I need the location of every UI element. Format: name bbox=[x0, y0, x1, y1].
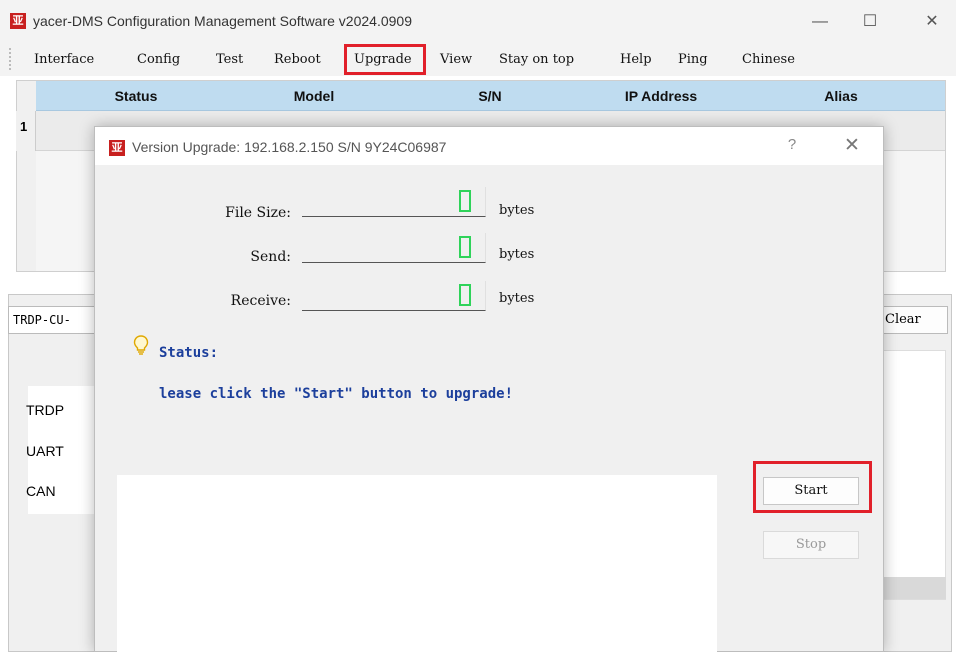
menu-reboot[interactable]: Reboot bbox=[270, 47, 325, 72]
start-highlight-box bbox=[753, 461, 872, 513]
minimize-icon[interactable]: — bbox=[800, 8, 840, 36]
app-logo-icon: 亚 bbox=[10, 13, 26, 29]
column-ip-address[interactable]: IP Address bbox=[586, 81, 736, 111]
dialog-logo-icon: 亚 bbox=[109, 140, 125, 156]
interface-item-trdp[interactable]: TRDP bbox=[26, 402, 64, 418]
file-size-digit bbox=[459, 190, 471, 212]
receive-display bbox=[302, 281, 486, 311]
send-unit: bytes bbox=[499, 247, 535, 262]
device-select[interactable]: TRDP-CU- bbox=[8, 306, 98, 334]
lightbulb-icon bbox=[133, 335, 149, 355]
status-message: lease click the "Start" button to upgrad… bbox=[159, 386, 514, 402]
interface-item-uart[interactable]: UART bbox=[26, 443, 64, 459]
main-window-title: yacer-DMS Configuration Management Softw… bbox=[33, 13, 412, 29]
menu-interface[interactable]: Interface bbox=[30, 47, 98, 72]
menu-help[interactable]: Help bbox=[616, 47, 656, 72]
file-size-display bbox=[302, 187, 486, 217]
dialog-title-bar: 亚 Version Upgrade: 192.168.2.150 S/N 9Y2… bbox=[95, 127, 883, 165]
main-title-bar: 亚 yacer-DMS Configuration Management Sof… bbox=[0, 0, 956, 42]
menu-bar: Interface Config Test Reboot Upgrade Vie… bbox=[0, 42, 956, 76]
help-icon[interactable]: ? bbox=[782, 136, 802, 158]
version-upgrade-dialog: 亚 Version Upgrade: 192.168.2.150 S/N 9Y2… bbox=[94, 126, 884, 652]
send-display bbox=[302, 233, 486, 263]
close-icon[interactable]: ✕ bbox=[912, 8, 952, 36]
dialog-title: Version Upgrade: 192.168.2.150 S/N 9Y24C… bbox=[132, 139, 447, 155]
dialog-close-icon[interactable]: ✕ bbox=[840, 134, 864, 158]
menu-stay-on-top[interactable]: Stay on top bbox=[495, 47, 578, 72]
file-size-unit: bytes bbox=[499, 203, 535, 218]
menu-chinese[interactable]: Chinese bbox=[738, 47, 799, 72]
maximize-icon[interactable]: ☐ bbox=[850, 8, 890, 36]
menu-ping[interactable]: Ping bbox=[674, 47, 712, 72]
upgrade-log-area[interactable] bbox=[117, 475, 717, 652]
receive-unit: bytes bbox=[499, 291, 535, 306]
toolbar-grip-icon bbox=[9, 48, 12, 70]
column-sn[interactable]: S/N bbox=[420, 81, 560, 111]
send-label: Send: bbox=[250, 249, 291, 265]
stop-button[interactable]: Stop bbox=[763, 531, 859, 559]
column-model[interactable]: Model bbox=[244, 81, 384, 111]
menu-view[interactable]: View bbox=[436, 47, 476, 72]
menu-test[interactable]: Test bbox=[212, 47, 247, 72]
file-size-label: File Size: bbox=[225, 205, 291, 221]
interface-item-can[interactable]: CAN bbox=[26, 483, 56, 499]
upgrade-highlight-box bbox=[344, 44, 426, 75]
menu-config[interactable]: Config bbox=[133, 47, 184, 72]
row-header-column: 1 bbox=[16, 111, 36, 151]
receive-digit bbox=[459, 284, 471, 306]
row-number: 1 bbox=[20, 119, 28, 134]
send-digit bbox=[459, 236, 471, 258]
right-pane bbox=[880, 350, 946, 600]
column-alias[interactable]: Alias bbox=[776, 81, 906, 111]
right-pane-bar bbox=[880, 577, 946, 599]
status-label: Status: bbox=[159, 345, 219, 361]
table-header: Status Model S/N IP Address Alias bbox=[36, 81, 945, 111]
receive-label: Receive: bbox=[230, 293, 291, 309]
column-status[interactable]: Status bbox=[76, 81, 196, 111]
